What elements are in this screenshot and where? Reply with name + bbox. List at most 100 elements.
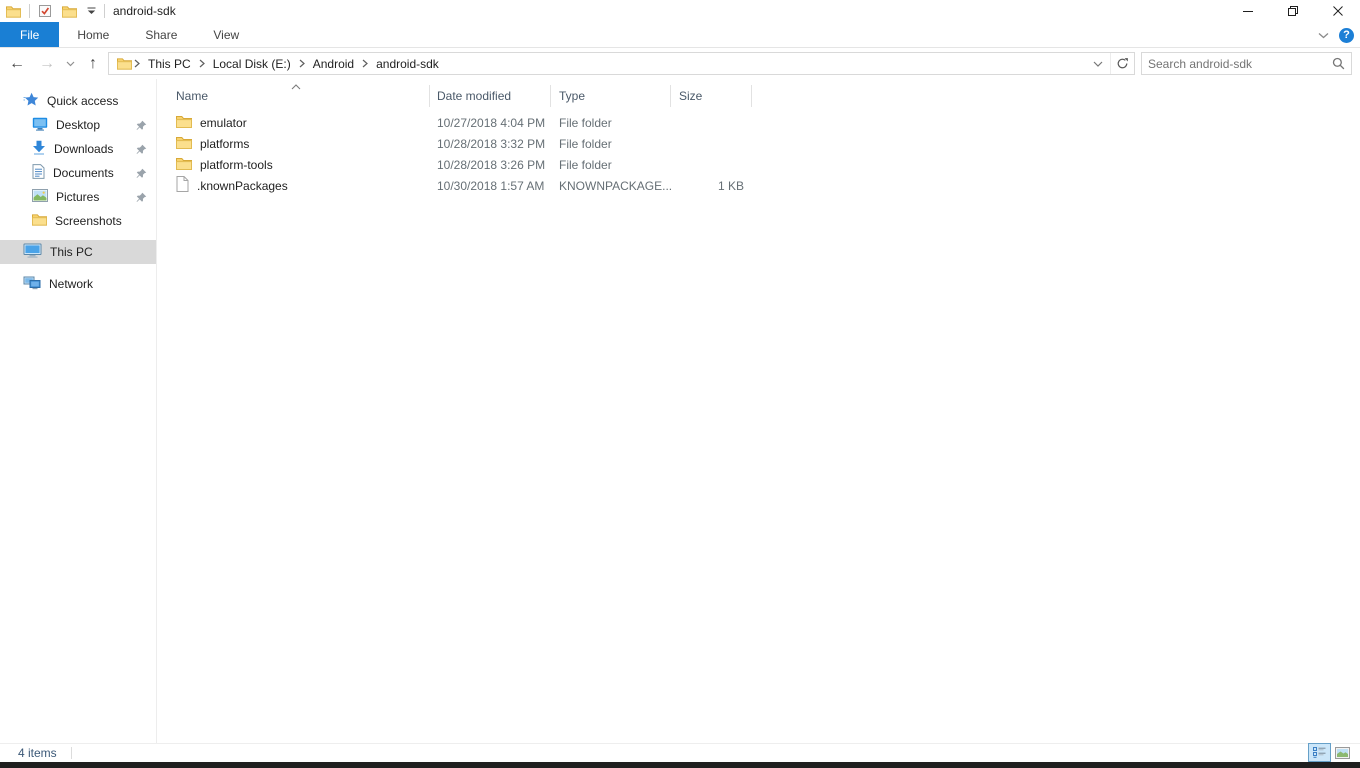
refresh-icon[interactable]: [1110, 53, 1134, 74]
sidebar-item-screenshots[interactable]: Screenshots: [0, 209, 156, 233]
file-row-knownpackages[interactable]: .knownPackages 10/30/2018 1:57 AM KNOWNP…: [158, 175, 1360, 196]
file-date-modified: 10/28/2018 3:26 PM: [437, 157, 546, 172]
folder-icon: [176, 136, 192, 152]
qat-separator: [29, 4, 30, 18]
breadcrumb-this-pc[interactable]: This PC: [142, 57, 197, 71]
column-header-date-modified[interactable]: Date modified: [430, 85, 551, 107]
file-name: .knownPackages: [197, 178, 288, 193]
search-icon[interactable]: [1325, 57, 1351, 70]
file-row-platforms[interactable]: platforms 10/28/2018 3:32 PM File folder: [158, 133, 1360, 154]
pin-icon: [136, 120, 147, 131]
breadcrumb-local-disk-e[interactable]: Local Disk (E:): [207, 57, 297, 71]
folder-icon: [176, 157, 192, 173]
forward-arrow-icon[interactable]: →: [34, 50, 60, 78]
pin-icon: [136, 192, 147, 203]
navigation-bar: ← → ↑ This PC Local Disk (E:) Android an…: [0, 48, 1360, 79]
sidebar-item-label: Screenshots: [55, 214, 122, 228]
column-header-type[interactable]: Type: [551, 85, 671, 107]
quick-access-star-icon: [23, 92, 39, 110]
thumbnails-view-icon[interactable]: [1331, 743, 1354, 762]
documents-icon: [32, 164, 45, 182]
window-title: android-sdk: [113, 4, 176, 18]
sidebar-item-quick-access[interactable]: Quick access: [0, 89, 156, 113]
minimize-icon[interactable]: [1225, 0, 1270, 22]
file-type: KNOWNPACKAGE...: [559, 178, 673, 193]
properties-checkbox-icon[interactable]: [36, 1, 54, 21]
content-area: Quick access Desktop Downloads Documents…: [0, 79, 1360, 743]
file-date-modified: 10/28/2018 3:32 PM: [437, 136, 546, 151]
explorer-window: android-sdk File Home Share View ? ← → ↑…: [0, 0, 1360, 768]
up-arrow-icon[interactable]: ↑: [80, 50, 106, 78]
tab-home[interactable]: Home: [59, 22, 127, 47]
status-bar: 4 items: [0, 743, 1360, 762]
sort-ascending-icon: [291, 79, 301, 93]
file-name: emulator: [200, 115, 247, 130]
file-rows: emulator 10/27/2018 4:04 PM File folder …: [158, 112, 1360, 196]
breadcrumb-android[interactable]: Android: [307, 57, 360, 71]
status-separator: [70, 747, 72, 759]
file-icon: [176, 176, 189, 195]
search-box: [1141, 52, 1352, 75]
breadcrumb-android-sdk[interactable]: android-sdk: [370, 57, 445, 71]
sidebar-item-documents[interactable]: Documents: [0, 161, 156, 185]
column-header-size[interactable]: Size: [671, 85, 752, 107]
sidebar-item-label: Pictures: [56, 190, 100, 204]
back-arrow-icon[interactable]: ←: [0, 50, 34, 78]
app-folder-icon: [4, 1, 23, 21]
restore-icon[interactable]: [1270, 0, 1315, 22]
this-pc-icon: [23, 243, 42, 261]
window-controls: [1225, 0, 1360, 22]
quick-access-toolbar: [0, 0, 105, 22]
file-name: platforms: [200, 136, 250, 151]
file-date-modified: 10/30/2018 1:57 AM: [437, 178, 545, 193]
tab-share[interactable]: Share: [127, 22, 195, 47]
sidebar-item-pictures[interactable]: Pictures: [0, 185, 156, 209]
network-icon: [23, 276, 41, 293]
column-headers: Name Date modified Type Size: [158, 84, 1360, 107]
sidebar-item-label: Documents: [53, 166, 114, 180]
breadcrumb-separator-icon[interactable]: [299, 59, 305, 68]
sidebar-item-label: Desktop: [56, 118, 101, 132]
address-dropdown-icon[interactable]: [1086, 53, 1110, 74]
file-row-platform-tools[interactable]: platform-tools 10/28/2018 3:26 PM File f…: [158, 154, 1360, 175]
file-size: 1 KB: [717, 178, 744, 193]
tab-file[interactable]: File: [0, 22, 60, 47]
title-bar: android-sdk: [0, 0, 1360, 22]
breadcrumb: This PC Local Disk (E:) Android android-…: [109, 57, 1086, 71]
sidebar-item-label: Network: [49, 277, 94, 291]
downloads-icon: [32, 140, 46, 158]
view-toggle-buttons: [1308, 743, 1354, 762]
file-type: File folder: [559, 136, 612, 151]
taskbar-edge[interactable]: [0, 762, 1360, 768]
tab-view[interactable]: View: [195, 22, 257, 47]
search-input[interactable]: [1142, 56, 1325, 71]
file-list: Name Date modified Type Size emulator 10…: [158, 79, 1360, 743]
file-type: File folder: [559, 157, 612, 172]
pin-icon: [136, 144, 147, 155]
close-icon[interactable]: [1315, 0, 1360, 22]
breadcrumb-separator-icon[interactable]: [199, 59, 205, 68]
address-folder-icon: [113, 57, 132, 70]
qat-dropdown-icon[interactable]: [85, 1, 98, 21]
sidebar-item-label: Quick access: [47, 94, 119, 108]
pin-icon: [136, 168, 147, 179]
sidebar-item-desktop[interactable]: Desktop: [0, 113, 156, 137]
new-folder-icon[interactable]: [60, 1, 79, 21]
ribbon-expand-chevron-icon[interactable]: [1318, 28, 1329, 42]
help-icon[interactable]: ?: [1339, 27, 1354, 43]
details-view-icon[interactable]: [1308, 743, 1331, 762]
recent-locations-chevron-icon[interactable]: [60, 50, 80, 78]
sidebar-item-downloads[interactable]: Downloads: [0, 137, 156, 161]
breadcrumb-separator-icon[interactable]: [134, 59, 140, 68]
file-type: File folder: [559, 115, 612, 130]
ribbon-tab-row: File Home Share View ?: [0, 22, 1360, 48]
breadcrumb-separator-icon[interactable]: [362, 59, 369, 68]
file-row-emulator[interactable]: emulator 10/27/2018 4:04 PM File folder: [158, 112, 1360, 133]
address-bar[interactable]: This PC Local Disk (E:) Android android-…: [108, 52, 1135, 75]
sidebar-item-this-pc[interactable]: This PC: [0, 240, 156, 264]
sidebar-item-network[interactable]: Network: [0, 272, 156, 296]
qat-separator: [104, 4, 105, 18]
navigation-pane: Quick access Desktop Downloads Documents…: [0, 79, 157, 743]
